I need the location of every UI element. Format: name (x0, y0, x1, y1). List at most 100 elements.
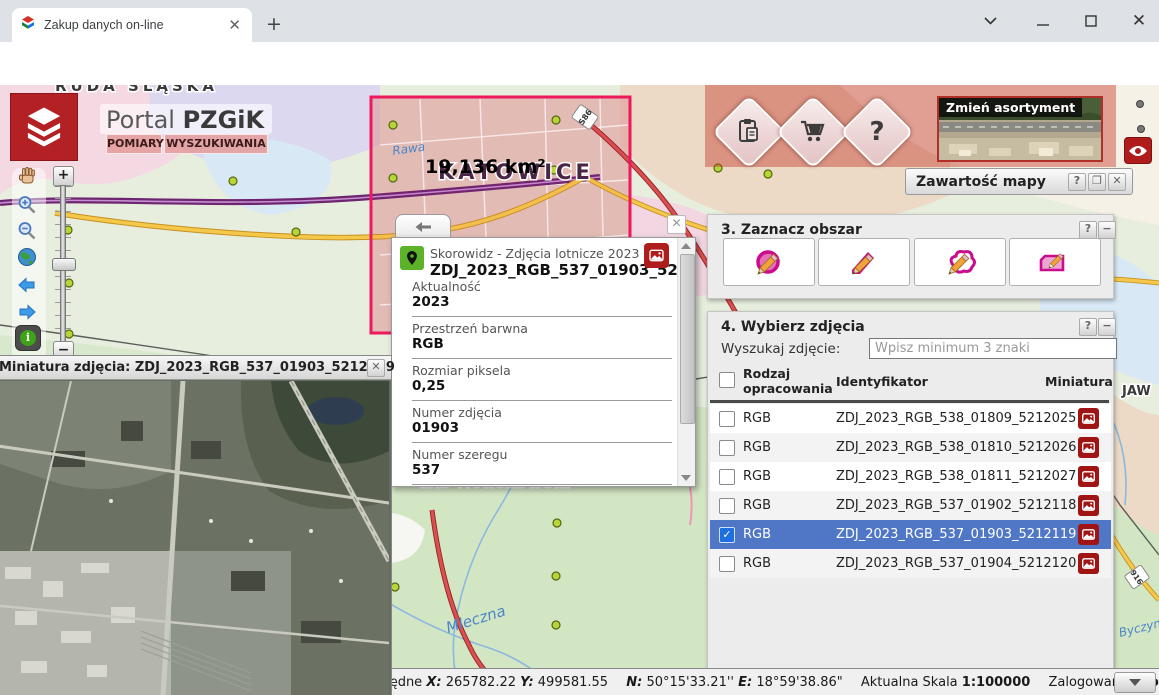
row-type: RGB (743, 411, 771, 426)
scrollbar-thumb[interactable] (680, 254, 695, 424)
close-icon[interactable]: ✕ (367, 359, 385, 377)
popup-attribute: Numer szeregu 537 (412, 443, 672, 485)
change-assortment-label: Zmień asortyment (939, 98, 1082, 117)
draw-line-button[interactable] (818, 238, 910, 286)
row-checkbox[interactable] (719, 440, 735, 456)
visibility-eye-button[interactable] (1124, 137, 1152, 164)
photo-preview-header[interactable]: Miniatura zdjęcia: ZDJ_2023_RGB_537_0190… (0, 356, 391, 380)
row-checkbox[interactable] (719, 556, 735, 572)
popup-thumbnail-icon-button[interactable] (644, 243, 669, 268)
row-checkbox[interactable] (719, 411, 735, 427)
attribute-value: 2023 (412, 294, 672, 311)
draw-polygon-button[interactable] (914, 238, 1006, 286)
photo-row[interactable]: RGB ZDJ_2023_RGB_538_01811_5212027 (710, 462, 1111, 491)
attribute-value: 0,25 (412, 378, 672, 395)
popup-attribute: Numer zdjęcia 01903 (412, 401, 672, 443)
minimize-button[interactable] (1028, 10, 1058, 32)
pomiary-button[interactable]: POMIARY (106, 134, 162, 154)
column-miniatura: Miniatura (1045, 374, 1113, 389)
thumbnail-icon-button[interactable] (1078, 466, 1099, 487)
thumbnail-icon-button[interactable] (1078, 437, 1099, 458)
feature-info-popup: Skorowidz - Zdjęcia lotnicze 2023 ZDJ_20… (391, 237, 696, 487)
thumbnail-icon-button[interactable] (1078, 553, 1099, 574)
close-icon[interactable]: ✕ (1108, 173, 1126, 191)
back-arrow-icon (415, 221, 431, 233)
row-identifier: ZDJ_2023_RGB_538_01810_5212026 (836, 440, 1076, 455)
chevron-down-icon (1129, 679, 1141, 686)
zoom-slider-plus-button[interactable]: + (53, 166, 74, 187)
help-icon[interactable]: ? (1079, 221, 1097, 239)
row-type: RGB (743, 440, 771, 455)
tab-strip: Zakup danych on-line ✕ + ✕ (0, 0, 1159, 42)
thumbnail-icon-button[interactable] (1078, 495, 1099, 516)
browser-tab[interactable]: Zakup danych on-line ✕ (12, 8, 252, 42)
row-identifier: ZDJ_2023_RGB_537_01903_5212119 (836, 527, 1076, 542)
map-label-ruda-slaska: RUDA ŚLĄSKA (55, 85, 218, 95)
zoom-in-icon[interactable] (16, 194, 40, 218)
search-photo-input[interactable] (869, 338, 1117, 359)
row-checkbox[interactable]: ✓ (719, 527, 735, 543)
tab-title: Zakup danych on-line (44, 18, 225, 32)
maximize-icon[interactable]: ❐ (1088, 173, 1106, 191)
zoom-out-icon[interactable] (16, 220, 40, 244)
status-dropdown-button[interactable] (1114, 672, 1156, 693)
help-icon[interactable]: ? (1068, 173, 1086, 191)
identify-info-button[interactable]: i (15, 325, 41, 351)
favicon-layers-icon (20, 15, 36, 36)
tab-close-icon[interactable]: ✕ (225, 16, 244, 34)
photo-row[interactable]: RGB ZDJ_2023_RGB_538_01809_5212025 (710, 404, 1111, 433)
photo-preview-panel: Miniatura zdjęcia: ZDJ_2023_RGB_537_0190… (0, 355, 392, 695)
tab-search-chevron-icon[interactable] (975, 10, 1005, 32)
row-checkbox[interactable] (719, 498, 735, 514)
row-identifier: ZDJ_2023_RGB_538_01809_5212025 (836, 411, 1076, 426)
popup-attribute: Aktualność 2023 (412, 275, 672, 317)
close-window-button[interactable]: ✕ (1124, 10, 1154, 32)
new-tab-button[interactable]: + (262, 13, 286, 37)
portal-title: Portal PZGiK (106, 106, 264, 134)
minimize-icon[interactable]: − (1098, 318, 1116, 336)
thumbnail-icon-button[interactable] (1078, 408, 1099, 429)
draw-circle-button[interactable] (723, 238, 815, 286)
globe-icon[interactable] (16, 246, 40, 270)
photos-table-body: RGB ZDJ_2023_RGB_538_01809_5212025 RGB Z… (710, 404, 1111, 578)
popup-scrollbar[interactable] (677, 238, 695, 486)
previous-view-icon[interactable] (16, 274, 40, 298)
browser-window: Zakup danych on-line ✕ + ✕ ← → pzgik.geo… (0, 0, 1159, 695)
maximize-button[interactable] (1076, 10, 1106, 32)
zoom-slider-handle[interactable] (52, 258, 76, 271)
toolbar: ← → pzgik.geoportal.gov.pl/imap/ F (0, 42, 1159, 85)
pan-hand-icon[interactable] (16, 165, 40, 189)
photo-row[interactable]: RGB ZDJ_2023_RGB_537_01904_5212120 (710, 549, 1111, 578)
photo-row[interactable]: RGB ZDJ_2023_RGB_538_01810_5212026 (710, 433, 1111, 462)
thumbnail-icon-button[interactable] (1078, 524, 1099, 545)
wyszukiwania-button[interactable]: WYSZUKIWANIA (164, 134, 268, 154)
help-icon[interactable]: ? (1079, 318, 1097, 336)
photo-row[interactable]: ✓ RGB ZDJ_2023_RGB_537_01903_5212119 (710, 520, 1111, 549)
popup-attribute: Przestrzeń barwna RGB (412, 317, 672, 359)
aerial-photo-preview[interactable] (0, 381, 389, 695)
popup-attribute-list: Aktualność 2023 Przestrzeń barwna RGB Ro… (412, 275, 672, 487)
row-checkbox[interactable] (719, 469, 735, 485)
popup-back-tab[interactable] (395, 214, 451, 239)
select-all-checkbox[interactable] (719, 372, 735, 388)
clipboard-icon (734, 117, 764, 147)
map-label-jaworzno: JAW (1121, 384, 1151, 399)
change-assortment-button[interactable]: Zmień asortyment (937, 96, 1103, 162)
attribute-label: Przestrzeń barwna (412, 321, 672, 336)
minimize-icon[interactable]: − (1098, 221, 1116, 239)
scroll-up-icon (681, 243, 691, 249)
draw-rectangle-button[interactable] (1009, 238, 1101, 286)
photos-table-header: Rodzaj opracowania Identyfikator Miniatu… (708, 364, 1111, 399)
map-content-panel-header[interactable]: Zawartość mapy ? ❐ ✕ (905, 168, 1133, 195)
next-view-icon[interactable] (16, 301, 40, 325)
popup-close-icon[interactable]: ✕ (667, 215, 686, 234)
row-identifier: ZDJ_2023_RGB_537_01902_5212118 (836, 498, 1076, 513)
row-identifier: ZDJ_2023_RGB_537_01904_5212120 (836, 556, 1076, 571)
attribute-value: 537 (412, 462, 672, 479)
row-type: RGB (743, 498, 771, 513)
photo-preview-title: Miniatura zdjęcia: ZDJ_2023_RGB_537_0190… (0, 360, 395, 375)
popup-attribute: Karta pracy 23 05 27 218 003 2023 (412, 485, 672, 487)
draw-polygon-icon (942, 244, 978, 280)
photo-row[interactable]: RGB ZDJ_2023_RGB_537_01902_5212118 (710, 491, 1111, 520)
pzgik-logo[interactable] (10, 93, 78, 161)
